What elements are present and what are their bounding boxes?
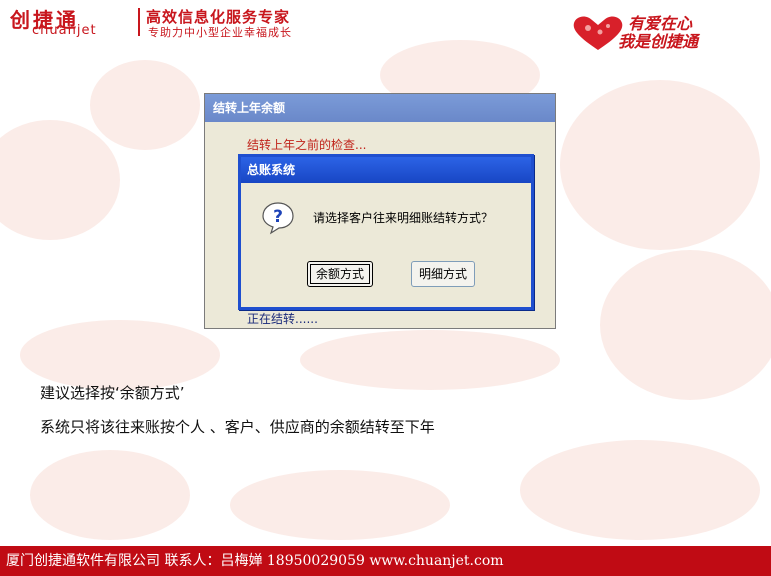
window-title: 结转上年余额 <box>205 94 555 122</box>
background-decoration <box>20 320 220 390</box>
dialog-message: 请选择客户往来明细账结转方式？ <box>313 211 494 225</box>
progress-status-text: 正在结转...... <box>247 312 318 326</box>
background-decoration <box>230 470 450 540</box>
background-decoration <box>560 80 760 250</box>
balance-method-button[interactable]: 余额方式 <box>307 261 373 287</box>
background-decoration <box>0 120 120 240</box>
recommendation-text: 建议选择按‘余额方式’ <box>40 384 185 402</box>
subslogan: 专助力中小型企业幸福成长 <box>148 26 292 39</box>
background-decoration <box>30 450 190 540</box>
detail-method-button[interactable]: 明细方式 <box>411 261 475 287</box>
dialog-title: 总账系统 <box>241 157 531 183</box>
background-decoration <box>90 60 200 150</box>
background-decoration <box>520 440 760 540</box>
svg-text:?: ? <box>273 207 283 227</box>
background-decoration <box>300 330 560 390</box>
brand-name-en: chuanjet <box>32 23 97 38</box>
background-decoration <box>600 250 771 400</box>
tagline-line2: 我是创捷通 <box>618 32 699 51</box>
company-logo: 创捷通 chuanjet 高效信息化服务专家 专助力中小型企业幸福成长 <box>10 4 350 40</box>
heart-logo: 有爱在心 我是创捷通 <box>566 8 766 52</box>
check-status-text: 结转上年之前的检查... <box>247 138 367 152</box>
ledger-system-dialog: 总账系统 ? 请选择客户往来明细账结转方式？ 余额方式 明细方式 <box>238 154 534 310</box>
footer-contact-bar: 厦门创捷通软件有限公司 联系人：吕梅婵 18950029059 www.chua… <box>0 546 771 576</box>
logo-divider <box>138 8 140 36</box>
question-icon: ? <box>262 202 294 235</box>
explanation-text: 系统只将该往来账按个人 、客户、供应商的余额结转至下年 <box>40 418 435 436</box>
